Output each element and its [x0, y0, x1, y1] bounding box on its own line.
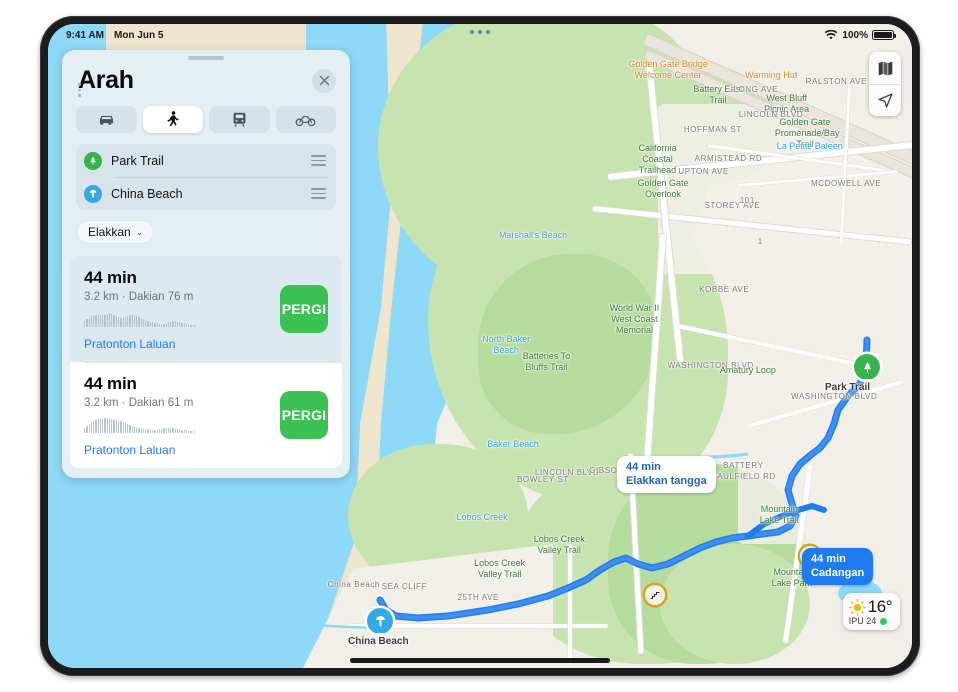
tab-transit[interactable]: [209, 106, 270, 133]
elevation-profile: [84, 310, 197, 327]
park-trail-pin-label: Park Trail: [825, 382, 871, 393]
park-trail-pin[interactable]: [854, 354, 880, 380]
umbrella-icon: [375, 615, 385, 626]
weather-aqi: IPU 24: [848, 616, 877, 626]
china-beach-pin[interactable]: [367, 608, 393, 634]
status-date: Mon Jun 5: [113, 29, 164, 41]
tree-icon: [90, 156, 96, 165]
location-arrow-icon: [877, 93, 893, 108]
bicycle-icon: [295, 116, 316, 127]
walk-icon: [167, 110, 179, 126]
reorder-handle[interactable]: [311, 188, 328, 199]
sun-icon: [848, 598, 866, 616]
start-marker-icon: [84, 151, 102, 170]
go-button[interactable]: PERGI: [280, 285, 328, 333]
start-location-label: Park Trail: [111, 153, 164, 168]
callout-avoid-stairs[interactable]: 44 min Elakkan tangga: [617, 456, 716, 493]
weather-widget[interactable]: 16° IPU 24: [842, 593, 900, 630]
car-icon: [99, 115, 113, 125]
close-icon: [319, 75, 329, 86]
panel-header: Arah: [62, 60, 350, 95]
battery-icon: [872, 30, 896, 40]
tab-cycle[interactable]: [275, 106, 336, 133]
destination-marker-icon: [84, 184, 102, 203]
preview-route-link[interactable]: Pratonton Laluan: [84, 443, 330, 457]
screen: Golden Gate Bridge Welcome Center Warming…: [48, 24, 912, 668]
reorder-handle[interactable]: [311, 155, 328, 166]
status-time: 9:41 AM: [66, 29, 104, 41]
close-button[interactable]: [312, 68, 336, 93]
callout-desc: Elakkan tangga: [626, 475, 707, 487]
preview-route-link[interactable]: Pratonton Laluan: [84, 337, 330, 351]
locate-button[interactable]: [869, 84, 901, 116]
elevation-profile: [84, 416, 197, 433]
home-indicator[interactable]: [350, 658, 610, 663]
map-controls: [869, 52, 901, 116]
stairs-warning-badge[interactable]: [645, 585, 665, 605]
chevron-down-icon: ⌄: [135, 226, 144, 237]
route-endpoints: Park Trail China Beach: [76, 83, 336, 210]
china-beach-pin-label: China Beach: [348, 636, 409, 647]
callout-desc: Cadangan: [811, 567, 865, 579]
avoid-label: Elakkan: [88, 225, 131, 239]
wifi-icon: [825, 29, 838, 39]
page-title: Arah: [78, 66, 134, 94]
battery-percent: 100%: [842, 29, 868, 41]
tab-drive[interactable]: [76, 106, 137, 133]
endpoint-connector: [78, 83, 81, 97]
avoid-dropdown[interactable]: Elakkan ⌄: [76, 220, 155, 244]
route-options-list: 44 min 3.2 km · Dakian 76 m Pratonton Lalu…: [70, 256, 342, 468]
callout-suggested[interactable]: 44 min Cadangan: [802, 548, 874, 585]
transport-mode-tabs: [62, 95, 350, 133]
route-option-card[interactable]: 44 min 3.2 km · Dakian 61 m Pratonton Lalu…: [70, 362, 342, 468]
tablet-device: Golden Gate Bridge Welcome Center Warming…: [40, 16, 920, 676]
status-bar: 9:41 AM Mon Jun 5 100%: [48, 24, 912, 46]
endpoint-start[interactable]: Park Trail: [84, 144, 328, 177]
multitasking-handle[interactable]: [470, 30, 490, 34]
train-icon: [233, 112, 246, 127]
map-layers-icon: [878, 61, 892, 75]
go-button[interactable]: PERGI: [280, 391, 328, 439]
destination-location-label: China Beach: [111, 186, 183, 201]
map-layers-button[interactable]: [869, 52, 901, 84]
avoid-row: Elakkan ⌄: [62, 210, 350, 244]
directions-panel: Arah Park Trail China Beach Elakkan ⌄ 44…: [62, 50, 350, 478]
stairs-icon: [650, 592, 660, 599]
tab-walk[interactable]: [142, 106, 203, 133]
route-option-card[interactable]: 44 min 3.2 km · Dakian 76 m Pratonton Lalu…: [70, 256, 342, 362]
callout-time: 44 min: [811, 553, 846, 565]
endpoint-destination[interactable]: China Beach: [84, 177, 328, 210]
umbrella-icon: [89, 189, 97, 198]
weather-temperature: 16°: [867, 597, 893, 616]
callout-time: 44 min: [626, 461, 661, 473]
tree-icon: [863, 361, 871, 372]
aqi-status-dot: [880, 617, 888, 625]
